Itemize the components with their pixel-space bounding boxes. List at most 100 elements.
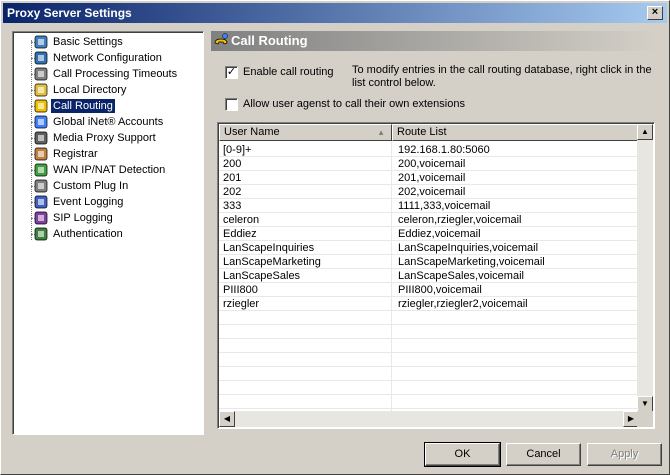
user-name-cell: LanScapeMarketing: [223, 256, 321, 268]
route-list-cell: 201,voicemail: [398, 172, 466, 184]
tree-item-label: Registrar: [53, 148, 98, 160]
table-row[interactable]: celeron celeron,rziegler,voicemail: [219, 213, 639, 227]
tree-item-label: Authentication: [53, 228, 123, 240]
close-button[interactable]: ×: [647, 6, 663, 20]
scrollbar-corner: [637, 411, 653, 427]
tree-item-label: Basic Settings: [53, 36, 123, 48]
tree-item[interactable]: Network Configuration: [13, 50, 203, 66]
tree-item[interactable]: Call Routing: [13, 98, 203, 114]
tree-item[interactable]: Call Processing Timeouts: [13, 66, 203, 82]
tree-item-label: Call Processing Timeouts: [53, 68, 178, 80]
tree-item[interactable]: Authentication: [13, 226, 203, 242]
tree-item[interactable]: Media Proxy Support: [13, 130, 203, 146]
table-row[interactable]: Eddiez Eddiez,voicemail: [219, 227, 639, 241]
settings-tree: Basic Settings Network Configuration Call …: [12, 31, 204, 435]
tree-item[interactable]: SIP Logging: [13, 210, 203, 226]
table-row[interactable]: 200 200,voicemail: [219, 157, 639, 171]
route-list-cell: LanScapeSales,voicemail: [398, 270, 524, 282]
scroll-up-icon[interactable]: ▲: [637, 124, 653, 140]
phone-icon: [214, 33, 228, 45]
table-row[interactable]: 333 1111,333,voicemail: [219, 199, 639, 213]
horizontal-scrollbar[interactable]: ◀ ▶: [219, 411, 639, 427]
book-icon: [34, 211, 48, 225]
empty-table-row: [219, 395, 639, 409]
empty-table-row: [219, 353, 639, 367]
tree-item-label: Network Configuration: [53, 52, 162, 64]
route-list-cell: PIII800,voicemail: [398, 284, 482, 296]
tree-item-label: SIP Logging: [53, 212, 113, 224]
route-list-cell: 200,voicemail: [398, 158, 466, 170]
user-name-cell: 201: [223, 172, 242, 184]
tree-item[interactable]: Custom Plug In: [13, 178, 203, 194]
tree-item[interactable]: Basic Settings: [13, 34, 203, 50]
column-header-label: User Name: [224, 126, 280, 138]
table-row[interactable]: rziegler rziegler,rziegler2,voicemail: [219, 297, 639, 311]
user-name-cell: LanScapeInquiries: [223, 242, 315, 254]
route-list-cell: 1111,333,voicemail: [398, 200, 491, 212]
enable-routing-label: Enable call routing: [243, 66, 334, 78]
plugin-icon: [34, 179, 48, 193]
user-name-cell: LanScapeSales: [223, 270, 301, 282]
enable-routing-checkbox[interactable]: ✓: [225, 66, 238, 79]
route-list-cell: 192.168.1.80:5060: [398, 144, 490, 156]
allow-own-extension-checkbox[interactable]: [225, 98, 238, 111]
window-title: Proxy Server Settings: [7, 6, 132, 20]
tree-item-label: Event Logging: [53, 196, 124, 208]
vertical-scrollbar[interactable]: ▲ ▼: [637, 124, 653, 412]
auth-icon: [34, 227, 48, 241]
column-header-label: Route List: [397, 126, 447, 138]
section-header: Call Routing: [211, 31, 659, 51]
tree-item[interactable]: Registrar: [13, 146, 203, 162]
empty-table-row: [219, 339, 639, 353]
apply-button[interactable]: Apply: [587, 443, 662, 466]
phone-icon: [34, 99, 48, 113]
proxy-settings-window: Proxy Server Settings × Basic Settings Ne…: [0, 0, 670, 475]
tree-item[interactable]: Local Directory: [13, 82, 203, 98]
table-row[interactable]: LanScapeInquiries LanScapeInquiries,voice…: [219, 241, 639, 255]
route-list-cell: Eddiez,voicemail: [398, 228, 481, 240]
tree-item-label: Media Proxy Support: [53, 132, 156, 144]
registrar-icon: [34, 147, 48, 161]
route-list-cell: LanScapeInquiries,voicemail: [398, 242, 539, 254]
table-row[interactable]: LanScapeMarketing LanScapeMarketing,voice…: [219, 255, 639, 269]
tree-item[interactable]: Global iNet® Accounts: [13, 114, 203, 130]
cancel-button[interactable]: Cancel: [506, 443, 581, 466]
user-name-cell: PIII800: [223, 284, 258, 296]
tree-item-label: Global iNet® Accounts: [53, 116, 164, 128]
user-name-cell: rziegler: [223, 298, 260, 310]
allow-own-extension-label: Allow user agenst to call their own exte…: [243, 98, 465, 110]
tree-item[interactable]: WAN IP/NAT Detection: [13, 162, 203, 178]
user-name-cell: 202: [223, 186, 242, 198]
tree-item-label: Call Routing: [51, 99, 115, 113]
scroll-left-icon[interactable]: ◀: [219, 411, 235, 427]
route-list-cell: rziegler,rziegler2,voicemail: [398, 298, 528, 310]
table-row[interactable]: 201 201,voicemail: [219, 171, 639, 185]
tree-item-label: WAN IP/NAT Detection: [53, 164, 166, 176]
tree-item[interactable]: Event Logging: [13, 194, 203, 210]
call-routing-list[interactable]: User Name ▲ Route List ▲ ▼ ◀ ▶ [0-9]+ 192…: [217, 122, 655, 429]
gear-icon: [34, 35, 48, 49]
help-text: To modify entries in the call routing da…: [352, 64, 652, 89]
user-name-cell: 200: [223, 158, 242, 170]
column-header-route-list[interactable]: Route List: [392, 124, 639, 141]
table-row[interactable]: [0-9]+ 192.168.1.80:5060: [219, 143, 639, 157]
title-bar: Proxy Server Settings ×: [3, 3, 667, 23]
table-row[interactable]: 202 202,voicemail: [219, 185, 639, 199]
table-row[interactable]: PIII800 PIII800,voicemail: [219, 283, 639, 297]
scroll-down-icon[interactable]: ▼: [637, 396, 653, 412]
column-header-user-name[interactable]: User Name ▲: [219, 124, 392, 141]
key-icon: [34, 115, 48, 129]
ok-button[interactable]: OK: [424, 442, 501, 467]
empty-table-row: [219, 381, 639, 395]
folder-icon: [34, 83, 48, 97]
empty-table-row: [219, 325, 639, 339]
speaker-icon: [34, 131, 48, 145]
user-name-cell: celeron: [223, 214, 260, 226]
wan-icon: [34, 163, 48, 177]
user-name-cell: [0-9]+: [223, 144, 252, 156]
route-list-cell: celeron,rziegler,voicemail: [398, 214, 522, 226]
tree-item-label: Custom Plug In: [53, 180, 129, 192]
sort-arrow-icon: ▲: [377, 128, 385, 137]
empty-table-row: [219, 367, 639, 381]
table-row[interactable]: LanScapeSales LanScapeSales,voicemail: [219, 269, 639, 283]
